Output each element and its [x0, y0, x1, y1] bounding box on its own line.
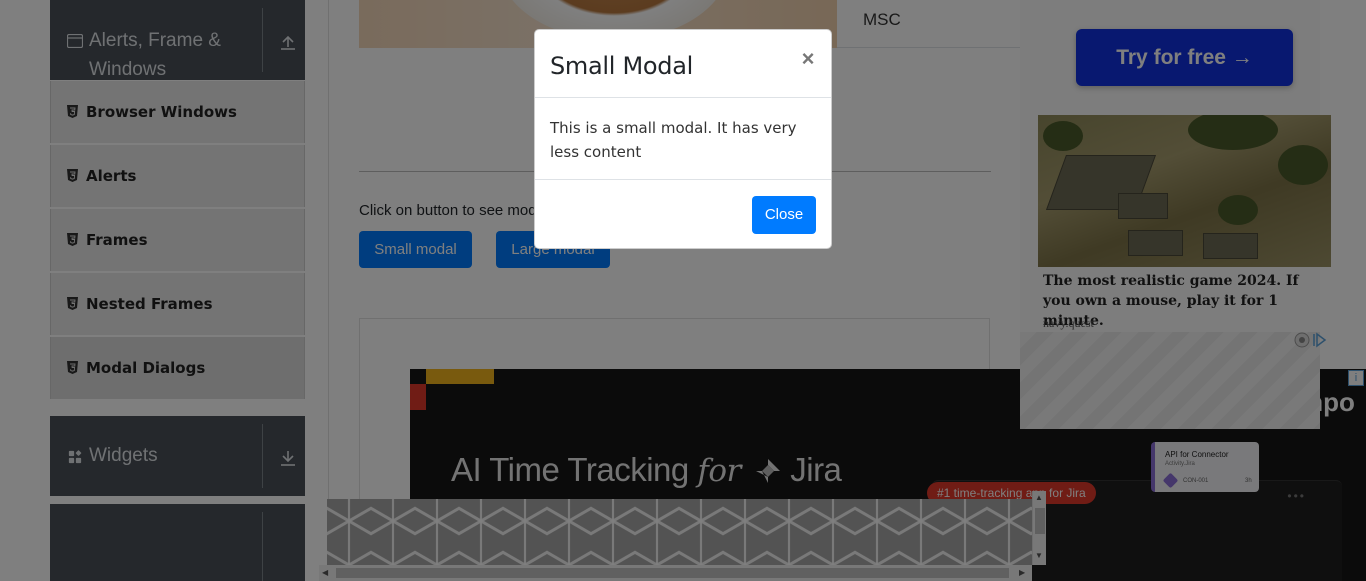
modal-title: Small Modal [550, 52, 693, 80]
modal-footer: Close [535, 179, 831, 249]
small-modal-dialog: Small Modal × This is a small modal. It … [534, 29, 832, 249]
close-icon[interactable]: × [799, 48, 817, 70]
modal-body-text: This is a small modal. It has very less … [550, 119, 797, 161]
close-button[interactable]: Close [752, 196, 816, 234]
modal-header: Small Modal × [535, 30, 831, 98]
